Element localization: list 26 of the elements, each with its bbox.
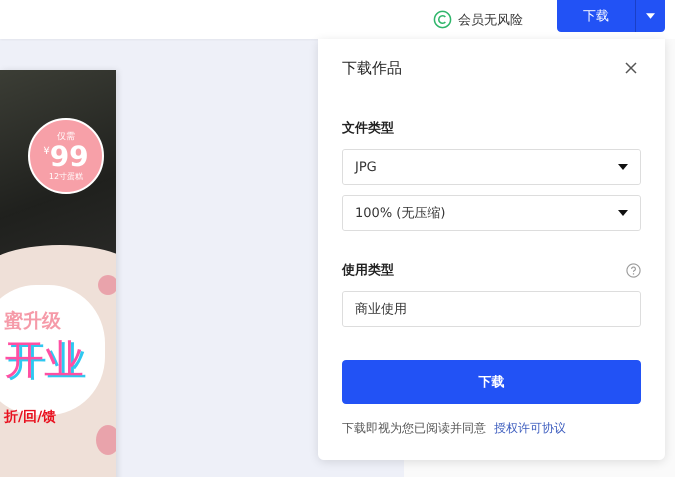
price-value: 99 (50, 143, 89, 171)
price-subtitle: 12寸蛋糕 (48, 171, 84, 182)
usage-field[interactable]: 商业使用 (342, 291, 641, 327)
dropdown-button[interactable] (635, 0, 665, 32)
caret-icon (646, 13, 655, 19)
poster-tagline: 折/回/馈 (4, 408, 56, 426)
poster-headline: 蜜升级 (4, 309, 61, 334)
help-icon[interactable] (626, 262, 641, 278)
circle-decoration (96, 425, 116, 455)
copyright-icon (433, 10, 452, 29)
currency-sign: ¥ (43, 147, 50, 157)
caret-icon (618, 210, 628, 216)
section-label: 文件类型 (342, 120, 395, 137)
price-caption: 仅需 (57, 130, 75, 143)
license-link[interactable]: 授权许可协议 (494, 420, 566, 437)
download-button[interactable]: 下载 (342, 360, 641, 404)
close-icon[interactable] (625, 62, 637, 74)
caret-icon (618, 164, 628, 170)
format-select[interactable]: JPG (342, 149, 641, 185)
section-label: 使用类型 (342, 262, 394, 279)
poster-title: 开业 (4, 336, 84, 385)
agreement-text: 下载即视为您已阅读并同意 (342, 420, 486, 437)
dialog-title: 下载作品 (342, 58, 402, 78)
download-button[interactable]: 下载 (557, 0, 635, 32)
badge-label: 会员无风险 (458, 12, 523, 28)
quality-select[interactable]: 100% (无压缩) (342, 195, 641, 231)
